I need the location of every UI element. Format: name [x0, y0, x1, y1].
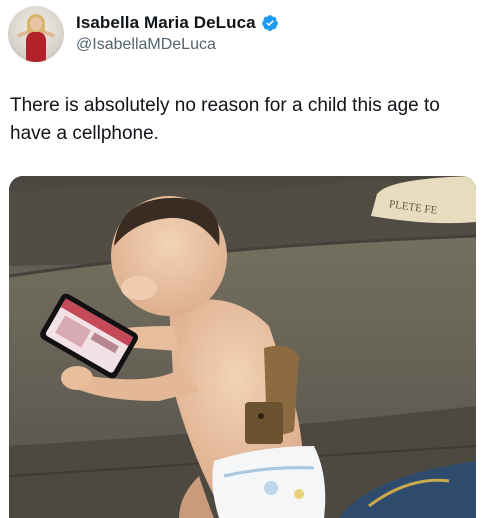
avatar-face: [30, 17, 42, 31]
avatar-dress: [26, 32, 46, 62]
tweet-card: Isabella Maria DeLuca @IsabellaMDeLuca T…: [0, 0, 485, 518]
name-row: Isabella Maria DeLuca: [76, 13, 279, 33]
baby-photo-illustration: PLETE FE: [9, 176, 476, 518]
avatar[interactable]: [8, 6, 64, 62]
author-names: Isabella Maria DeLuca @IsabellaMDeLuca: [76, 13, 279, 54]
author-display-name[interactable]: Isabella Maria DeLuca: [76, 13, 256, 33]
tweet-header: Isabella Maria DeLuca @IsabellaMDeLuca: [8, 6, 279, 62]
author-handle[interactable]: @IsabellaMDeLuca: [76, 36, 279, 54]
tweet-media-photo[interactable]: PLETE FE: [9, 176, 476, 518]
verified-badge-icon: [261, 14, 279, 32]
tweet-text: There is absolutely no reason for a chil…: [10, 95, 440, 144]
